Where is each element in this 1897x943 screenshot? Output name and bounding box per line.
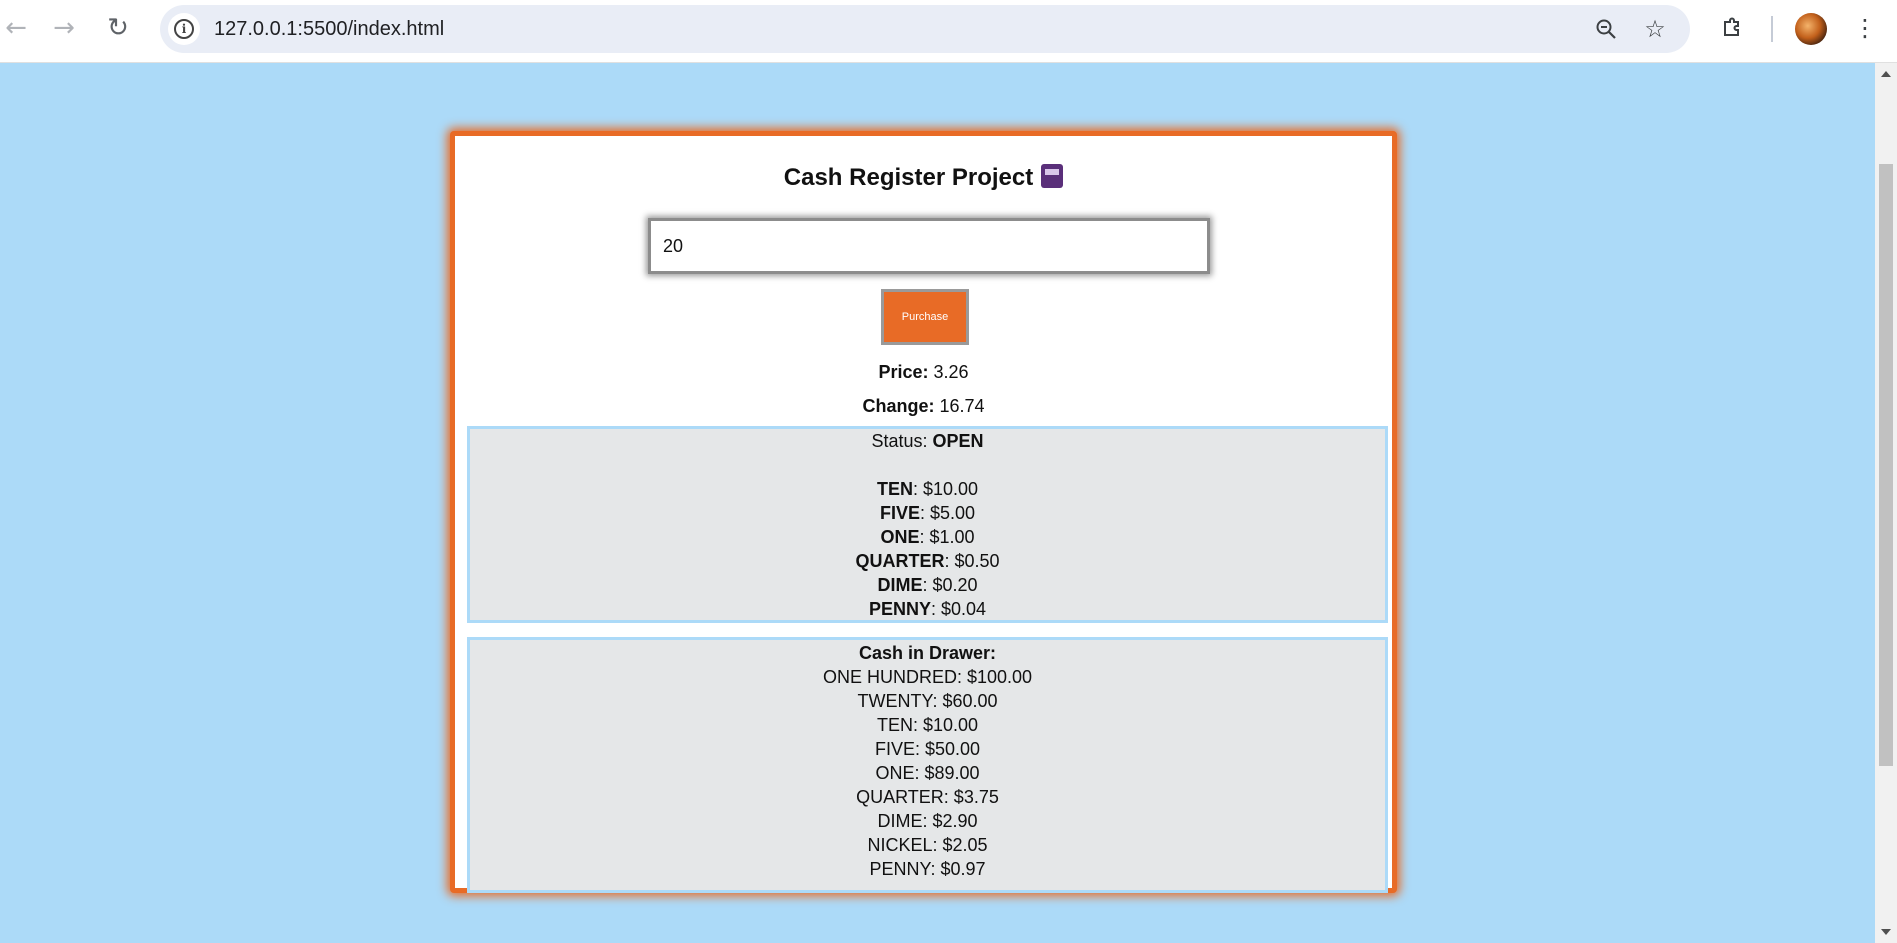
puzzle-icon[interactable] bbox=[1716, 12, 1748, 44]
purchase-button[interactable]: Purchase bbox=[881, 289, 969, 345]
change-item-amount: : $10.00 bbox=[912, 479, 979, 499]
change-due-panel: Status: OPEN TEN: $10.00 FIVE: $5.00 ONE… bbox=[467, 426, 1388, 623]
change-item-amount: : $1.00 bbox=[919, 527, 975, 547]
address-bar[interactable]: i 127.0.0.1:5500/index.html ☆ bbox=[160, 5, 1690, 53]
url-text[interactable]: 127.0.0.1:5500/index.html bbox=[214, 18, 444, 41]
back-button[interactable]: ← bbox=[0, 12, 32, 44]
change-item-amount: : $5.00 bbox=[919, 503, 976, 523]
change-item-amount: : $0.50 bbox=[944, 551, 1000, 571]
status-label: Status: bbox=[871, 431, 928, 451]
status-value: OPEN bbox=[932, 431, 984, 451]
drawer-item: TEN: $10.00 bbox=[876, 715, 979, 735]
page-scrollbar[interactable] bbox=[1875, 63, 1897, 943]
change-item: DIME: $0.20 bbox=[470, 573, 1385, 597]
scrollbar-thumb[interactable] bbox=[1879, 164, 1893, 766]
page-title-text: Cash Register Project bbox=[783, 164, 1034, 191]
drawer-item: DIME: $2.90 bbox=[877, 811, 978, 831]
status-line: Status: OPEN bbox=[470, 429, 1385, 453]
cash-register-card: Cash Register Project 20 Purchase Price:… bbox=[450, 131, 1397, 893]
change-item-name: QUARTER bbox=[855, 551, 945, 571]
scroll-up-icon[interactable] bbox=[1881, 71, 1891, 77]
browser-toolbar: ← → ↻ i 127.0.0.1:5500/index.html ☆ ⋮ bbox=[0, 0, 1897, 63]
drawer-item: ONE: $89.00 bbox=[875, 763, 980, 783]
change-display: Change: 16.74 bbox=[455, 396, 1392, 417]
forward-button[interactable]: → bbox=[48, 12, 80, 44]
change-item: PENNY: $0.04 bbox=[470, 597, 1385, 621]
drawer-heading-text: Cash in Drawer: bbox=[858, 643, 997, 663]
page-viewport: Cash Register Project 20 Purchase Price:… bbox=[0, 63, 1875, 943]
fax-machine-icon bbox=[1041, 164, 1064, 188]
change-item: QUARTER: $0.50 bbox=[470, 549, 1385, 573]
price-value: 3.26 bbox=[933, 362, 969, 382]
drawer-item: FIVE: $50.00 bbox=[874, 739, 981, 759]
toolbar-separator bbox=[1771, 16, 1773, 42]
price-display: Price: 3.26 bbox=[455, 362, 1392, 383]
price-label: Price: bbox=[878, 362, 929, 382]
change-item: FIVE: $5.00 bbox=[470, 501, 1385, 525]
drawer-item: ONE HUNDRED: $100.00 bbox=[822, 667, 1033, 687]
change-item: TEN: $10.00 bbox=[470, 477, 1385, 501]
change-item-name: ONE bbox=[880, 527, 920, 547]
change-item-amount: : $0.04 bbox=[930, 599, 987, 619]
drawer-item: PENNY: $0.97 bbox=[869, 859, 986, 879]
drawer-item: TWENTY: $60.00 bbox=[857, 691, 998, 711]
arrow-left-icon: ← bbox=[5, 13, 27, 43]
cash-input[interactable]: 20 bbox=[648, 218, 1210, 274]
drawer-item: QUARTER: $3.75 bbox=[856, 787, 999, 807]
change-item-name: FIVE bbox=[879, 503, 920, 523]
change-label: Change: bbox=[862, 396, 935, 416]
site-info-button[interactable]: i bbox=[168, 13, 200, 45]
drawer-heading: Cash in Drawer: bbox=[470, 641, 1385, 665]
change-item: ONE: $1.00 bbox=[470, 525, 1385, 549]
star-icon[interactable]: ☆ bbox=[1641, 15, 1669, 43]
arrow-right-icon: → bbox=[53, 13, 75, 43]
change-item-name: PENNY bbox=[868, 599, 931, 619]
change-value: 16.74 bbox=[939, 396, 985, 416]
kebab-menu-icon[interactable]: ⋮ bbox=[1849, 12, 1881, 44]
change-item-name: TEN bbox=[876, 479, 913, 499]
avatar[interactable] bbox=[1795, 13, 1827, 45]
scroll-down-icon[interactable] bbox=[1881, 929, 1891, 935]
drawer-item: NICKEL: $2.05 bbox=[867, 835, 988, 855]
change-item-amount: : $0.20 bbox=[922, 575, 978, 595]
reload-button[interactable]: ↻ bbox=[102, 12, 134, 44]
reload-icon: ↻ bbox=[107, 13, 129, 43]
change-item-name: DIME bbox=[877, 575, 923, 595]
cash-in-drawer-panel: Cash in Drawer: ONE HUNDRED: $100.00 TWE… bbox=[467, 637, 1388, 893]
info-icon: i bbox=[174, 19, 194, 39]
zoom-out-icon[interactable] bbox=[1592, 15, 1620, 43]
page-title: Cash Register Project bbox=[455, 164, 1392, 192]
